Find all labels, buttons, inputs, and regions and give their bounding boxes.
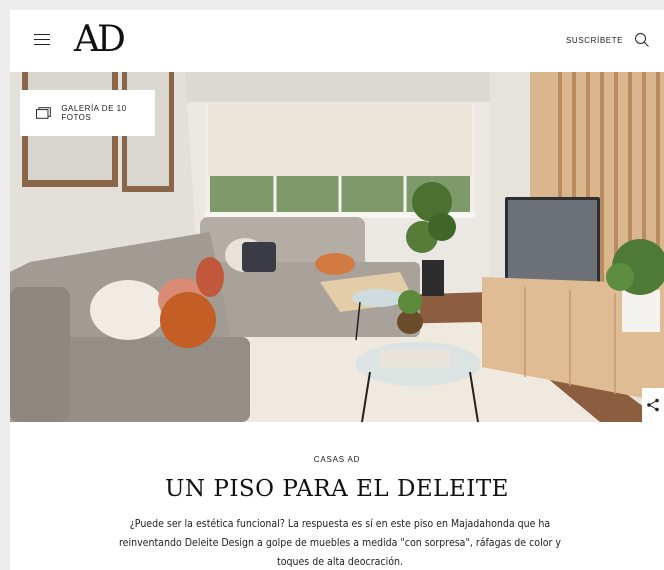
gallery-button[interactable]: GALERÍA DE 10 FOTOS bbox=[20, 90, 155, 136]
site-header: AD SUSCRÍBETE bbox=[10, 10, 664, 72]
gallery-label: GALERÍA DE 10 FOTOS bbox=[61, 104, 127, 122]
article-dek: ¿Puede ser la estética funcional? La res… bbox=[119, 518, 561, 568]
article-page: AD SUSCRÍBETE GALERÍA DE 10 FOTOS CASAS … bbox=[10, 10, 664, 570]
gallery-stack-icon bbox=[36, 107, 51, 119]
section-label[interactable]: CASAS AD bbox=[10, 455, 664, 464]
hamburger-menu-icon[interactable] bbox=[34, 34, 50, 46]
subscribe-link[interactable]: SUSCRÍBETE bbox=[566, 36, 623, 45]
ad-logo[interactable]: AD bbox=[74, 20, 126, 60]
article-title: UN PISO PARA EL DELEITE bbox=[165, 476, 509, 502]
share-icon[interactable] bbox=[642, 388, 664, 422]
search-icon[interactable] bbox=[633, 31, 651, 49]
